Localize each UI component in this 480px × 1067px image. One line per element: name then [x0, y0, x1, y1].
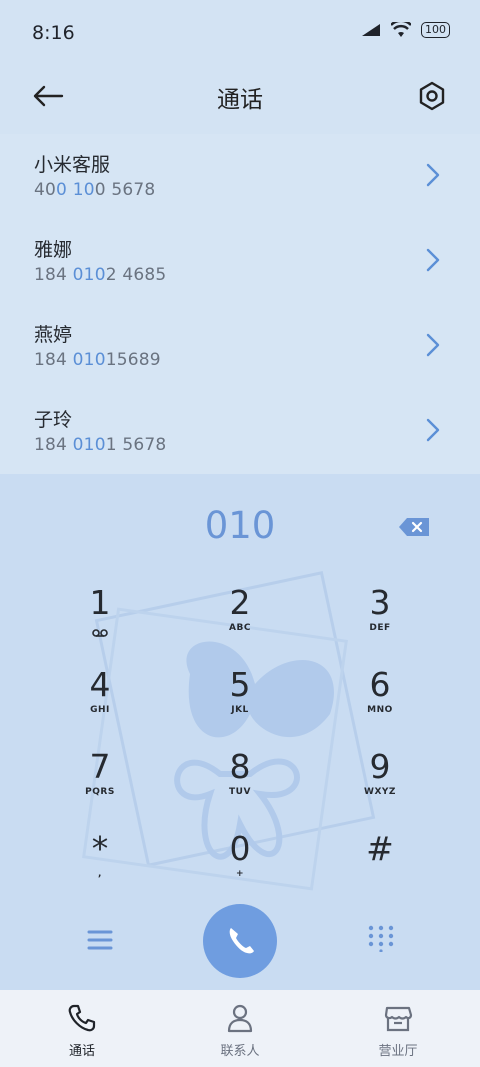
key-1[interactable]: 1 [40, 584, 160, 656]
backspace-button[interactable] [398, 516, 432, 538]
phone-icon [229, 928, 254, 954]
chevron-right-icon[interactable] [422, 245, 444, 275]
nav-tab-calls[interactable]: 通话 [2, 990, 162, 1067]
contact-number: 184 0102 4685 [34, 265, 167, 285]
bottom-nav: 通话 联系人 营业厅 [0, 990, 480, 1067]
contact-name: 雅娜 [34, 239, 73, 261]
signal-icon [362, 24, 380, 36]
key-5[interactable]: 5 JKL [180, 666, 300, 738]
backspace-icon [399, 518, 429, 536]
chevron-right-icon[interactable] [422, 160, 444, 190]
contact-number: 184 01015689 [34, 350, 161, 370]
header: 通话 [0, 64, 480, 128]
dialpad-icon [368, 925, 394, 953]
contact-row[interactable]: 雅娜 184 0102 4685 [0, 219, 480, 304]
person-icon [227, 1004, 253, 1033]
key-hash[interactable]: # [320, 830, 440, 902]
contact-suggestion-list: 小米客服 400 100 5678 雅娜 184 0102 4685 燕婷 18… [0, 134, 480, 474]
key-star[interactable]: * , [40, 830, 160, 902]
dialer-panel: 010 1 2 ABC 3 DEF 4 GHI 5 JKL 6 MNO 7 PQ… [0, 474, 480, 990]
contact-name: 子玲 [34, 409, 73, 431]
nav-tab-contacts[interactable]: 联系人 [160, 990, 320, 1067]
page-title: 通话 [217, 87, 263, 113]
status-time: 8:16 [32, 22, 75, 44]
contact-number: 400 100 5678 [34, 180, 156, 200]
menu-icon [87, 930, 113, 950]
dialpad-toggle-button[interactable] [367, 924, 395, 953]
nav-tab-store[interactable]: 营业厅 [318, 990, 478, 1067]
contact-name: 小米客服 [34, 154, 111, 176]
contact-name: 燕婷 [34, 324, 73, 346]
contact-number: 184 0101 5678 [34, 435, 167, 455]
battery-icon: 100 [421, 22, 450, 38]
key-3[interactable]: 3 DEF [320, 584, 440, 656]
status-bar: 8:16 100 [0, 0, 480, 64]
store-icon [384, 1006, 413, 1032]
phone-icon [68, 1004, 96, 1032]
contact-row[interactable]: 子玲 184 0101 5678 [0, 389, 480, 474]
key-4[interactable]: 4 GHI [40, 666, 160, 738]
chevron-right-icon[interactable] [422, 330, 444, 360]
chevron-right-icon[interactable] [422, 415, 444, 445]
contact-row[interactable]: 燕婷 184 01015689 [0, 304, 480, 389]
key-0[interactable]: 0 + [180, 830, 300, 902]
contact-row[interactable]: 小米客服 400 100 5678 [0, 134, 480, 219]
status-icons: 100 [361, 22, 450, 38]
settings-button[interactable] [412, 76, 452, 116]
key-8[interactable]: 8 TUV [180, 748, 300, 820]
wifi-icon [391, 22, 411, 37]
voicemail-icon [92, 629, 108, 637]
key-7[interactable]: 7 PQRS [40, 748, 160, 820]
call-button[interactable] [203, 904, 277, 978]
key-2[interactable]: 2 ABC [180, 584, 300, 656]
menu-button[interactable] [86, 926, 114, 954]
key-6[interactable]: 6 MNO [320, 666, 440, 738]
gear-icon [419, 81, 445, 111]
key-9[interactable]: 9 WXYZ [320, 748, 440, 820]
